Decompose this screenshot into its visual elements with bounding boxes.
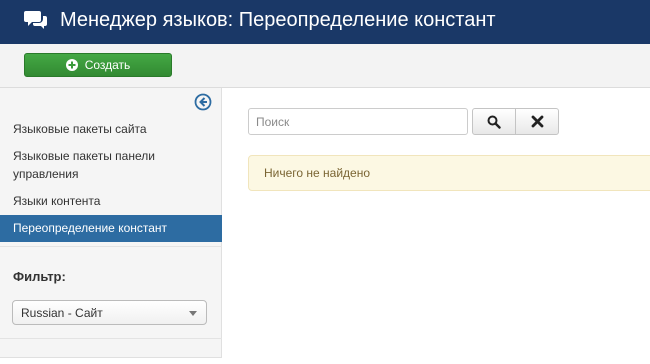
sidebar-item-content-languages[interactable]: Языки контента — [0, 188, 222, 215]
page-header: Менеджер языков: Переопределение констан… — [0, 0, 650, 44]
filter-label: Фильтр: — [13, 269, 66, 284]
sidebar-item-site-languages[interactable]: Языковые пакеты сайта — [0, 116, 222, 143]
page-title: Менеджер языков: Переопределение констан… — [60, 9, 496, 31]
filter-select-value: Russian - Сайт — [21, 305, 103, 320]
create-button-label: Создать — [84, 58, 131, 72]
alert-message: Ничего не найдено — [264, 166, 371, 180]
create-button[interactable]: Создать — [24, 53, 172, 77]
search-icon — [487, 115, 501, 129]
search-button[interactable] — [472, 108, 516, 135]
plus-circle-icon — [65, 59, 78, 71]
sidebar: Языковые пакеты сайта Языковые пакеты па… — [0, 88, 222, 358]
toolbar: Создать — [0, 44, 650, 88]
clear-search-button[interactable] — [515, 108, 559, 135]
sidebar-item-admin-languages[interactable]: Языковые пакеты панели управления — [0, 143, 222, 188]
sidebar-nav: Языковые пакеты сайта Языковые пакеты па… — [0, 116, 222, 242]
collapse-sidebar-icon[interactable] — [194, 93, 212, 111]
dropdown-caret-icon — [189, 311, 197, 316]
sidebar-divider — [0, 246, 222, 247]
comments-icon — [24, 11, 47, 29]
search-input[interactable] — [248, 108, 468, 135]
sidebar-item-overrides[interactable]: Переопределение констант — [0, 215, 222, 242]
filter-select[interactable]: Russian - Сайт — [12, 300, 207, 325]
sidebar-divider-bottom — [0, 338, 222, 339]
close-icon — [531, 115, 543, 128]
no-results-alert: Ничего не найдено — [248, 155, 650, 191]
